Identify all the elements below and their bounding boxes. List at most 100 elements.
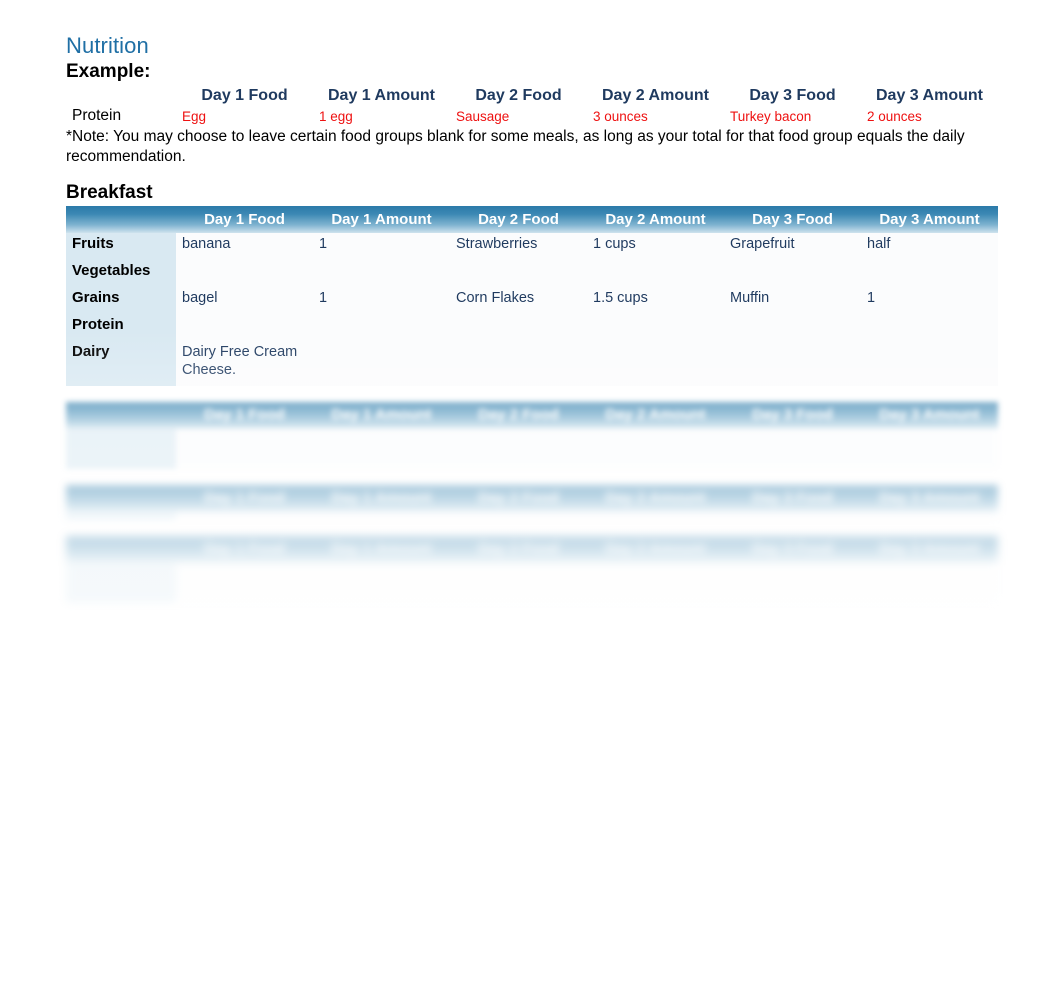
meal-cell-day1-food[interactable]	[176, 563, 313, 571]
meal-cell-day3-food[interactable]	[724, 571, 861, 579]
meal-cell-day2-amount[interactable]: 1 cups	[587, 233, 724, 261]
meal-cell-day1-food[interactable]	[176, 260, 313, 288]
meal-cell-day2-food[interactable]: Strawberries	[450, 233, 587, 261]
meal-cell-day2-amount[interactable]	[587, 260, 724, 288]
meal-cell-day3-amount[interactable]	[861, 340, 998, 386]
meal-cell-day2-amount[interactable]: 1.5 cups	[587, 287, 724, 315]
example-cell-day2-food[interactable]: Sausage	[450, 106, 587, 126]
meal-cell-day2-amount[interactable]	[587, 587, 724, 595]
meal-cell-day2-food[interactable]	[450, 587, 587, 595]
meal-cell-day1-amount[interactable]	[313, 453, 450, 461]
meal-cell-day1-food[interactable]	[176, 437, 313, 445]
meal-cell-day1-food[interactable]	[176, 445, 313, 453]
meal-cell-day1-amount[interactable]	[313, 595, 450, 603]
meal-cell-day3-amount[interactable]	[861, 595, 998, 603]
meal-cell-day1-amount[interactable]	[313, 512, 450, 520]
meal-cell-day3-food[interactable]	[724, 260, 861, 288]
meal-cell-day1-amount[interactable]	[313, 260, 450, 288]
meal-cell-day3-food[interactable]	[724, 429, 861, 437]
meal-cell-day1-amount[interactable]	[313, 587, 450, 595]
meal-cell-day1-amount[interactable]	[313, 445, 450, 453]
meal-cell-day3-amount[interactable]	[861, 437, 998, 445]
meal-cell-day2-amount[interactable]	[587, 571, 724, 579]
meal-cell-day2-amount[interactable]	[587, 461, 724, 469]
example-cell-day1-amount[interactable]: 1 egg	[313, 106, 450, 126]
meal-cell-day1-amount[interactable]	[313, 461, 450, 469]
meal-cell-day1-amount[interactable]	[313, 340, 450, 386]
meal-cell-day1-food[interactable]	[176, 571, 313, 579]
meal-cell-day1-food[interactable]	[176, 587, 313, 595]
meal-cell-day2-amount[interactable]	[587, 563, 724, 571]
meal-cell-day1-amount[interactable]	[313, 437, 450, 445]
meal-cell-day3-amount[interactable]	[861, 579, 998, 587]
meal-cell-day1-amount[interactable]: 1	[313, 233, 450, 261]
meal-cell-day2-food[interactable]	[450, 453, 587, 461]
meal-cell-day2-food[interactable]: Corn Flakes	[450, 287, 587, 315]
meal-cell-day2-amount[interactable]	[587, 579, 724, 587]
meal-cell-day3-amount[interactable]	[861, 453, 998, 461]
meal-cell-day2-food[interactable]	[450, 437, 587, 445]
meal-cell-day2-food[interactable]	[450, 340, 587, 386]
meal-cell-day3-food[interactable]	[724, 453, 861, 461]
meal-cell-day1-food[interactable]	[176, 453, 313, 461]
example-cell-day3-amount[interactable]: 2 ounces	[861, 106, 998, 126]
meal-cell-day2-amount[interactable]	[587, 340, 724, 386]
meal-cell-day3-amount[interactable]: 1	[861, 287, 998, 315]
meal-cell-day3-amount[interactable]	[861, 461, 998, 469]
meal-cell-day3-food[interactable]	[724, 314, 861, 341]
meal-cell-day3-food[interactable]: Muffin	[724, 287, 861, 315]
meal-cell-day2-food[interactable]	[450, 571, 587, 579]
meal-cell-day2-food[interactable]	[450, 314, 587, 341]
meal-cell-day2-food[interactable]	[450, 579, 587, 587]
meal-cell-day1-food[interactable]	[176, 314, 313, 341]
meal-cell-day3-food[interactable]	[724, 587, 861, 595]
example-cell-day1-food[interactable]: Egg	[176, 106, 313, 126]
meal-cell-day3-food[interactable]	[724, 445, 861, 453]
meal-cell-day1-food[interactable]	[176, 595, 313, 603]
meal-cell-day2-food[interactable]	[450, 429, 587, 437]
meal-cell-day1-food[interactable]: bagel	[176, 287, 313, 315]
meal-cell-day2-amount[interactable]	[587, 429, 724, 437]
meal-cell-day1-food[interactable]	[176, 461, 313, 469]
meal-cell-day3-food[interactable]	[724, 579, 861, 587]
meal-cell-day1-food[interactable]	[176, 579, 313, 587]
meal-cell-day3-amount[interactable]	[861, 512, 998, 520]
meal-cell-day3-food[interactable]	[724, 437, 861, 445]
meal-cell-day3-amount[interactable]	[861, 571, 998, 579]
meal-cell-day3-food[interactable]	[724, 563, 861, 571]
meal-cell-day2-amount[interactable]	[587, 437, 724, 445]
meal-cell-day1-amount[interactable]	[313, 571, 450, 579]
meal-cell-day3-amount[interactable]	[861, 445, 998, 453]
meal-cell-day2-food[interactable]	[450, 461, 587, 469]
meal-cell-day2-food[interactable]	[450, 260, 587, 288]
meal-cell-day1-amount[interactable]	[313, 314, 450, 341]
meal-cell-day3-food[interactable]: Grapefruit	[724, 233, 861, 261]
meal-cell-day2-amount[interactable]	[587, 314, 724, 341]
meal-cell-day1-food[interactable]	[176, 429, 313, 437]
example-cell-day2-amount[interactable]: 3 ounces	[587, 106, 724, 126]
meal-cell-day1-food[interactable]: Dairy Free Cream Cheese.	[176, 340, 313, 386]
meal-cell-day3-amount[interactable]	[861, 587, 998, 595]
meal-cell-day3-food[interactable]	[724, 340, 861, 386]
meal-cell-day3-amount[interactable]	[861, 314, 998, 341]
meal-cell-day2-amount[interactable]	[587, 512, 724, 520]
meal-cell-day1-food[interactable]	[176, 512, 313, 520]
meal-cell-day2-food[interactable]	[450, 512, 587, 520]
meal-cell-day2-food[interactable]	[450, 595, 587, 603]
meal-cell-day2-amount[interactable]	[587, 595, 724, 603]
meal-cell-day3-food[interactable]	[724, 461, 861, 469]
meal-cell-day1-amount[interactable]: 1	[313, 287, 450, 315]
meal-cell-day2-amount[interactable]	[587, 453, 724, 461]
meal-cell-day3-amount[interactable]	[861, 260, 998, 288]
meal-cell-day3-amount[interactable]: half	[861, 233, 998, 261]
meal-cell-day1-amount[interactable]	[313, 563, 450, 571]
meal-cell-day2-amount[interactable]	[587, 445, 724, 453]
meal-cell-day1-amount[interactable]	[313, 579, 450, 587]
meal-cell-day3-food[interactable]	[724, 595, 861, 603]
example-cell-day3-food[interactable]: Turkey bacon	[724, 106, 861, 126]
meal-cell-day3-amount[interactable]	[861, 429, 998, 437]
meal-cell-day3-amount[interactable]	[861, 563, 998, 571]
meal-cell-day1-food[interactable]: banana	[176, 233, 313, 261]
meal-cell-day1-amount[interactable]	[313, 429, 450, 437]
meal-cell-day2-food[interactable]	[450, 563, 587, 571]
